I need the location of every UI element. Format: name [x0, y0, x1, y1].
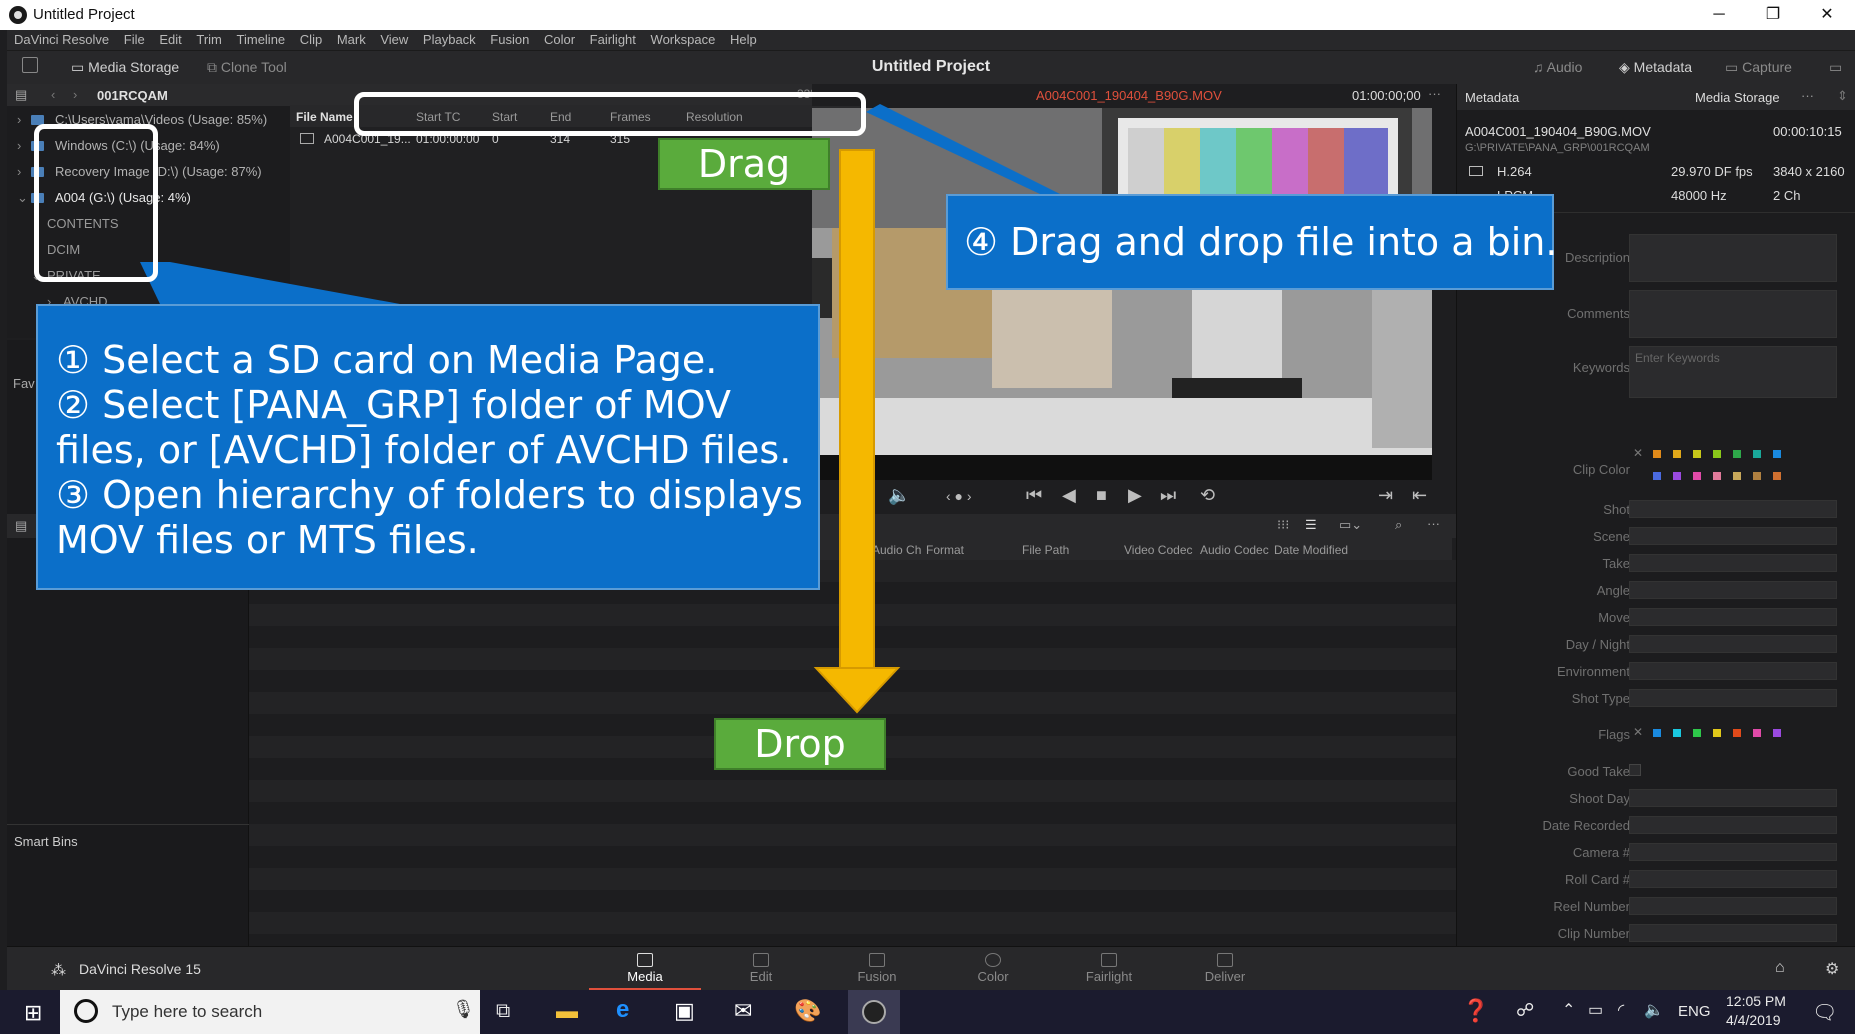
step-3-text: ③ Open hierarchy of folders to displays: [56, 473, 803, 517]
step-2-text-cont: files, or [AVCHD] folder of AVCHD files.: [56, 428, 792, 472]
step-2-text: ② Select [PANA_GRP] folder of MOV: [56, 383, 731, 427]
drag-arrow-head: [813, 667, 901, 714]
app-window: Untitled Project ─ ❐ ✕ DaVinci Resolve F…: [0, 0, 1855, 1034]
step-3-text-cont: MOV files or MTS files.: [56, 518, 479, 562]
highlight-sd-card: [34, 124, 158, 282]
steps-1-3-callout: ① Select a SD card on Media Page. ② Sele…: [36, 304, 820, 590]
step-1-text: ① Select a SD card on Media Page.: [56, 338, 718, 382]
drop-label: Drop: [714, 718, 886, 770]
callout-pointer-left: [140, 262, 400, 304]
highlight-file-columns: [354, 92, 866, 136]
callout-pointer-right: [866, 104, 1060, 194]
step-4-callout: ④ Drag and drop file into a bin.: [946, 194, 1557, 290]
drag-arrow-shaft: [839, 149, 875, 675]
drag-label: Drag: [658, 138, 830, 190]
